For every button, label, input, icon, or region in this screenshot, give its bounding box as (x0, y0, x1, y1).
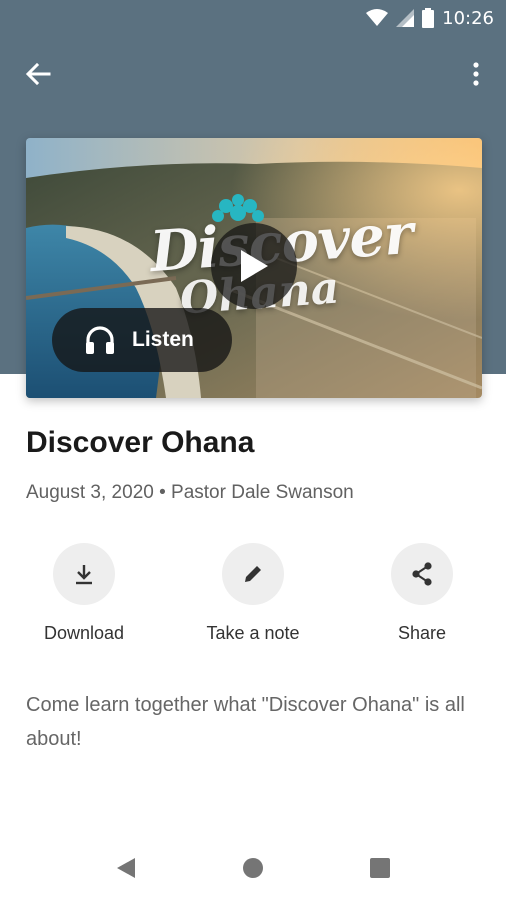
wifi-icon (366, 9, 389, 26)
system-nav-bar (0, 834, 506, 900)
play-icon (241, 250, 268, 282)
download-circle (53, 543, 115, 605)
status-time: 10:26 (442, 7, 494, 29)
download-icon (76, 565, 92, 585)
cell-signal-icon (396, 9, 415, 27)
listen-label: Listen (132, 328, 194, 351)
app-bar (0, 50, 506, 98)
share-icon (412, 562, 432, 586)
pencil-icon (245, 566, 261, 582)
nav-recents-button[interactable] (364, 852, 396, 884)
nav-home-button[interactable] (237, 852, 269, 884)
share-label: Share (397, 623, 447, 643)
sermon-description: Come learn together what "Discover Ohana… (26, 694, 465, 750)
take-note-circle (222, 543, 284, 605)
share-circle (391, 543, 453, 605)
download-label: Download (43, 623, 125, 643)
status-bar: 10:26 (0, 0, 506, 36)
status-icons: 10:26 (366, 6, 494, 30)
headphones-icon (86, 326, 114, 354)
action-row: Download Take a note Share (0, 543, 506, 653)
download-button[interactable]: Download (14, 543, 154, 644)
nav-home-icon (243, 858, 263, 878)
back-button[interactable] (22, 60, 54, 88)
more-options-button[interactable] (464, 60, 488, 88)
take-note-button[interactable]: Take a note (183, 543, 323, 644)
battery-icon (422, 8, 435, 28)
more-vert-icon (473, 62, 479, 86)
share-button[interactable]: Share (352, 543, 492, 644)
listen-button[interactable]: Listen (52, 308, 232, 372)
sermon-meta: August 3, 2020 • Pastor Dale Swanson (26, 482, 354, 503)
take-note-label: Take a note (206, 623, 300, 643)
nav-recents-icon (370, 858, 390, 878)
nav-back-button[interactable] (110, 852, 142, 884)
play-button[interactable] (211, 223, 297, 309)
arrow-back-icon (25, 62, 51, 86)
nav-back-icon (117, 858, 135, 878)
sermon-title: Discover Ohana (26, 426, 255, 459)
